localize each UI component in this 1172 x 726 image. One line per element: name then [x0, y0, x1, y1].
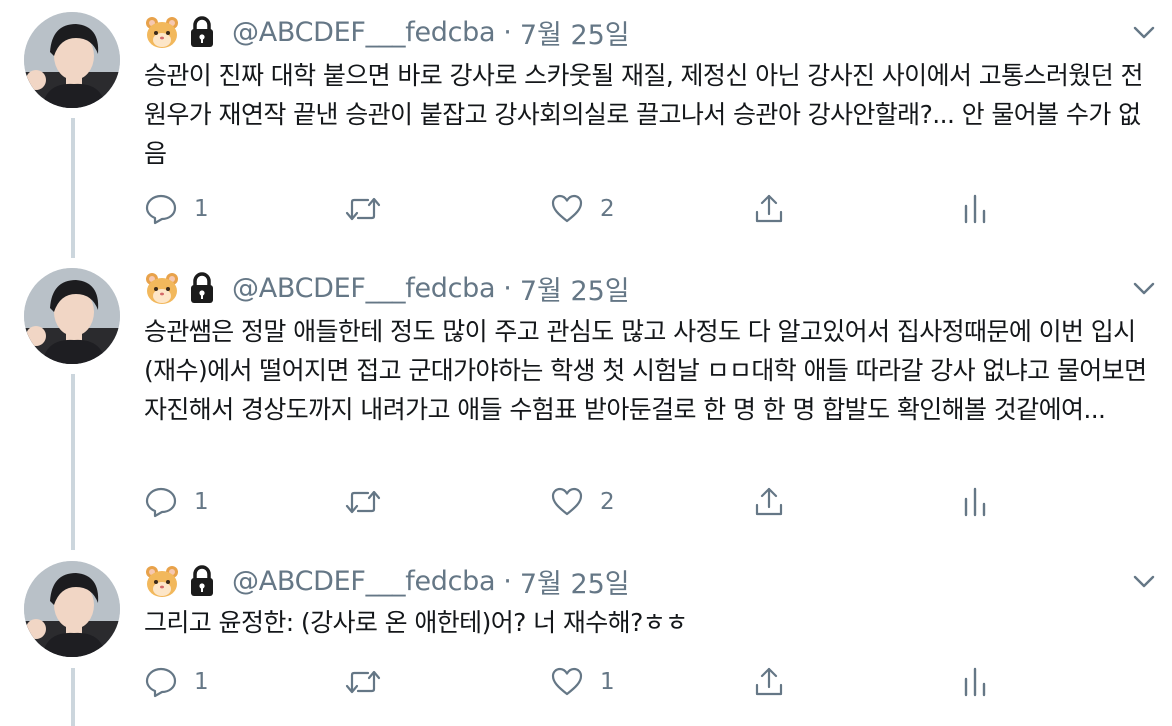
analytics-button[interactable] — [960, 191, 990, 227]
reply-button[interactable]: 1 — [144, 191, 209, 227]
retweet-icon — [344, 192, 382, 226]
share-icon — [752, 665, 786, 699]
thread-line — [71, 668, 75, 726]
lock-emoji — [184, 14, 220, 50]
tweet-actions: 1 2 — [144, 484, 1004, 520]
reply-count: 1 — [194, 489, 209, 515]
tweet-date[interactable]: 7월 25일 — [520, 269, 630, 308]
reply-icon — [144, 485, 178, 519]
hamster-face-emoji — [144, 563, 180, 599]
tweet-date[interactable]: 7월 25일 — [520, 562, 630, 601]
reply-button[interactable]: 1 — [144, 484, 209, 520]
like-button[interactable]: 1 — [550, 664, 615, 700]
share-button[interactable] — [752, 484, 786, 520]
analytics-icon — [960, 485, 990, 519]
separator-dot: · — [503, 16, 512, 48]
like-button[interactable]: 2 — [550, 191, 615, 227]
separator-dot: · — [503, 272, 512, 304]
reply-count: 1 — [194, 196, 209, 222]
share-button[interactable] — [752, 664, 786, 700]
hamster-face-emoji — [144, 14, 180, 50]
retweet-icon — [344, 665, 382, 699]
tweet-text: 승관쌤은 정말 애들한테 정도 많이 주고 관심도 많고 사정도 다 알고있어서… — [144, 317, 1154, 424]
retweet-button[interactable] — [344, 191, 382, 227]
retweet-button[interactable] — [344, 484, 382, 520]
chevron-down-icon[interactable] — [1130, 567, 1158, 595]
retweet-button[interactable] — [344, 664, 382, 700]
avatar[interactable] — [24, 12, 120, 108]
tweet-date[interactable]: 7월 25일 — [520, 13, 630, 52]
avatar[interactable] — [24, 268, 120, 364]
thread-line — [71, 118, 75, 258]
chevron-down-icon[interactable] — [1130, 18, 1158, 46]
analytics-button[interactable] — [960, 484, 990, 520]
thread-line — [71, 374, 75, 550]
tweet-actions: 1 2 — [144, 191, 1004, 227]
analytics-icon — [960, 192, 990, 226]
retweet-icon — [344, 485, 382, 519]
share-icon — [752, 485, 786, 519]
share-button[interactable] — [752, 191, 786, 227]
reply-button[interactable]: 1 — [144, 664, 209, 700]
tweet-actions: 1 1 — [144, 664, 1004, 700]
like-count: 2 — [600, 196, 615, 222]
tweet-text: 그리고 윤정한: (강사로 온 애한테)어? 너 재수해?ㅎㅎ — [144, 608, 688, 637]
like-count: 2 — [600, 489, 615, 515]
chevron-down-icon[interactable] — [1130, 274, 1158, 302]
user-handle[interactable]: @ABCDEF___fedcba — [232, 273, 496, 304]
lock-emoji — [184, 563, 220, 599]
analytics-icon — [960, 665, 990, 699]
heart-icon — [550, 192, 584, 226]
reply-icon — [144, 192, 178, 226]
reply-count: 1 — [194, 669, 209, 695]
user-handle[interactable]: @ABCDEF___fedcba — [232, 17, 496, 48]
heart-icon — [550, 485, 584, 519]
share-icon — [752, 192, 786, 226]
hamster-face-emoji — [144, 270, 180, 306]
separator-dot: · — [503, 565, 512, 597]
user-handle[interactable]: @ABCDEF___fedcba — [232, 566, 496, 597]
avatar[interactable] — [24, 561, 120, 657]
like-count: 1 — [600, 669, 615, 695]
lock-emoji — [184, 270, 220, 306]
analytics-button[interactable] — [960, 664, 990, 700]
reply-icon — [144, 665, 178, 699]
like-button[interactable]: 2 — [550, 484, 615, 520]
tweet-text: 승관이 진짜 대학 붙으면 바로 강사로 스카웃될 재질, 제정신 아닌 강사진… — [144, 61, 1143, 168]
heart-icon — [550, 665, 584, 699]
